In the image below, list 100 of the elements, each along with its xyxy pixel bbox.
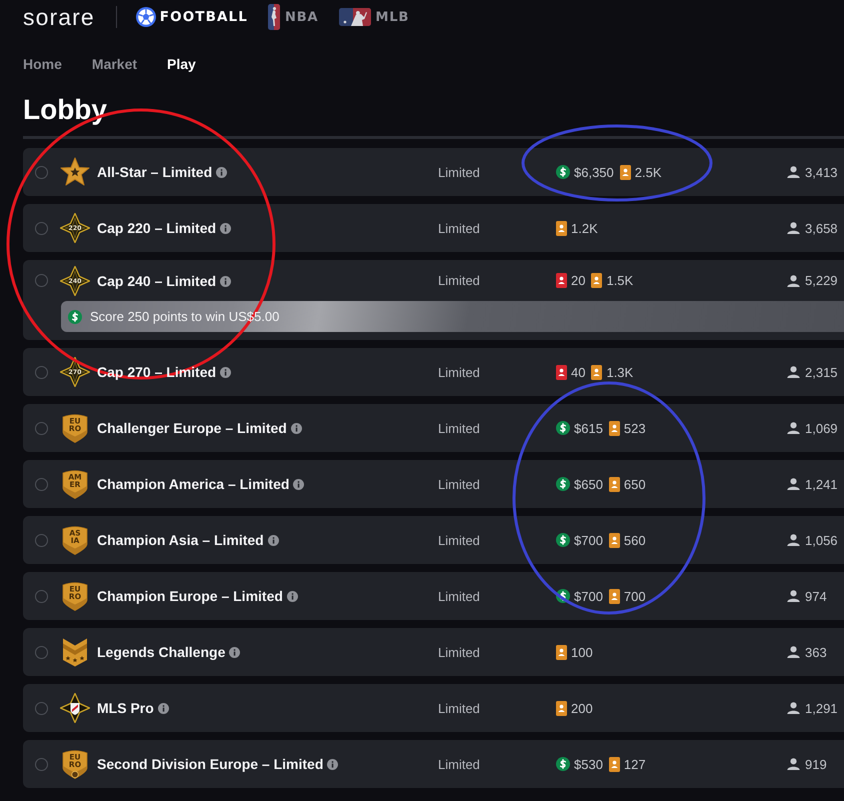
- card-count: 650: [624, 476, 646, 492]
- player-card-icon: [620, 164, 631, 180]
- person-icon: [787, 590, 800, 602]
- sport-link[interactable]: NBA: [268, 4, 318, 30]
- rarity-label: Limited: [438, 644, 480, 660]
- competition-name: Second Division Europe – Limited: [97, 756, 324, 772]
- card-count: 1.2K: [571, 220, 598, 236]
- radio-button[interactable]: [35, 222, 48, 234]
- competition-name: Challenger Europe – Limited: [97, 420, 287, 436]
- participant-count: 1,069: [805, 420, 838, 436]
- competition-name: MLS Pro: [97, 700, 154, 716]
- radio-button[interactable]: [35, 590, 48, 602]
- participant-count: 919: [805, 756, 827, 772]
- participant-count: 3,413: [805, 164, 838, 180]
- batter-silhouette-badge-icon: [338, 8, 370, 26]
- info-icon[interactable]: [290, 423, 302, 434]
- rarity-label: Limited: [438, 476, 480, 492]
- radio-button[interactable]: [35, 366, 48, 378]
- participant-count: 5,229: [805, 273, 838, 288]
- dollar-coin-icon: [556, 477, 570, 491]
- radio-button[interactable]: [35, 646, 48, 658]
- person-icon: [787, 702, 800, 714]
- info-icon[interactable]: [158, 703, 169, 714]
- radio-button[interactable]: [35, 274, 48, 287]
- card-count: 100: [571, 644, 593, 660]
- participant-count: 3,658: [805, 220, 838, 236]
- info-icon[interactable]: [220, 367, 232, 378]
- logo-wordmark[interactable]: sorare: [23, 4, 95, 30]
- card-count: 1.3K: [606, 364, 634, 380]
- competition-name: Champion America – Limited: [97, 476, 290, 492]
- info-icon[interactable]: [268, 535, 279, 546]
- player-card-icon: [556, 364, 567, 380]
- radio-button[interactable]: [35, 478, 48, 490]
- card-count: 127: [624, 756, 646, 772]
- star-emblem-icon: [60, 157, 90, 187]
- dollar-coin-icon: [556, 533, 570, 547]
- person-icon: [787, 222, 800, 234]
- player-card-icon: [608, 420, 620, 436]
- nav-tab[interactable]: Play: [167, 54, 196, 74]
- player-card-icon: [591, 273, 602, 288]
- person-icon: [787, 478, 800, 490]
- player-card-icon: [556, 700, 567, 716]
- dollar-coin-icon: [556, 757, 570, 771]
- person-icon: [787, 274, 800, 286]
- player-card-icon: [556, 273, 567, 288]
- radio-button[interactable]: [35, 166, 48, 178]
- card-count: 200: [571, 700, 593, 716]
- person-icon: [787, 422, 800, 434]
- player-card-icon: [591, 364, 602, 380]
- competition-row[interactable]: MLS Pro Limited 200 1,291: [23, 684, 844, 732]
- player-card-icon: [608, 588, 620, 604]
- competition-name: Champion Asia – Limited: [97, 532, 264, 548]
- radio-button[interactable]: [35, 702, 48, 714]
- player-card-icon: [608, 476, 620, 492]
- rarity-label: Limited: [438, 273, 480, 288]
- competition-name: Champion Europe – Limited: [97, 588, 283, 604]
- player-card-icon: [556, 644, 567, 660]
- page-title: Lobby: [23, 93, 107, 127]
- card-count: 700: [624, 588, 646, 604]
- participant-count: 974: [805, 588, 827, 604]
- chevron-emblem-icon: [61, 637, 89, 667]
- card-count: 20: [571, 273, 586, 288]
- nav-tab[interactable]: Home: [23, 54, 62, 74]
- dollar-coin-icon: [68, 310, 82, 324]
- participant-count: 1,241: [805, 476, 838, 492]
- radio-button[interactable]: [35, 758, 48, 770]
- competition-name: All-Star – Limited: [97, 164, 212, 180]
- person-icon: [787, 534, 800, 546]
- radio-button[interactable]: [35, 534, 48, 546]
- sport-link[interactable]: MLB: [338, 8, 410, 26]
- info-icon[interactable]: [220, 276, 232, 286]
- prize-amount: $700: [574, 532, 603, 548]
- competition-name: Cap 220 – Limited: [97, 220, 216, 236]
- info-icon[interactable]: [220, 223, 232, 234]
- competition-row[interactable]: Legends Challenge Limited 100 363: [23, 628, 844, 676]
- participant-count: 1,291: [805, 700, 838, 716]
- soccer-ball-icon: [136, 7, 156, 27]
- competition-name: Legends Challenge: [97, 644, 226, 660]
- sport-link[interactable]: FOOTBALL: [136, 7, 248, 27]
- info-icon[interactable]: [293, 479, 304, 490]
- info-icon[interactable]: [286, 591, 298, 602]
- rarity-label: Limited: [438, 588, 480, 604]
- info-icon[interactable]: [327, 759, 338, 770]
- nav-tab[interactable]: Market: [92, 54, 138, 74]
- competition-row[interactable]: All-Star – Limited Limited $6,350 2.5K 3,413: [23, 148, 844, 196]
- card-count: 1.5K: [606, 273, 634, 288]
- rarity-label: Limited: [438, 420, 480, 436]
- card-count: 40: [571, 364, 586, 380]
- participant-count: 2,315: [805, 364, 838, 380]
- player-card-icon: [608, 532, 620, 548]
- rarity-label: Limited: [438, 364, 480, 380]
- dollar-coin-icon: [556, 589, 570, 603]
- radio-button[interactable]: [35, 422, 48, 434]
- rarity-label: Limited: [438, 164, 480, 180]
- card-count: 2.5K: [634, 164, 662, 180]
- info-icon[interactable]: [229, 647, 240, 658]
- rarity-label: Limited: [438, 756, 480, 772]
- person-icon: [787, 758, 800, 770]
- player-card-icon: [608, 756, 620, 772]
- info-icon[interactable]: [216, 167, 228, 178]
